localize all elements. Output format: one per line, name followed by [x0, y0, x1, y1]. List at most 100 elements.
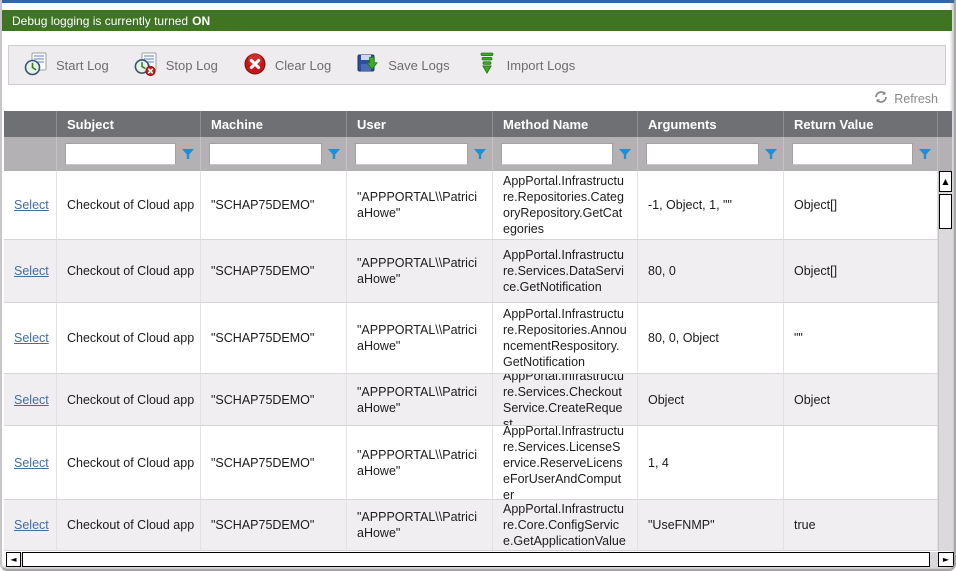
user-filter-input[interactable] — [355, 143, 468, 165]
debug-log-window: Debug logging is currently turned ON Sta… — [0, 0, 956, 571]
select-cell: Select — [4, 374, 57, 425]
method-name-cell: AppPortal.Infrastructure.Repositories.An… — [493, 303, 638, 373]
vertical-scrollbar[interactable]: ▲ — [938, 171, 952, 551]
filter-arguments-cell — [638, 137, 784, 171]
filter-scrollbar-cap — [938, 137, 952, 171]
machine-cell: "SCHAP75DEMO" — [201, 171, 347, 239]
machine-filter-funnel-icon[interactable] — [328, 149, 340, 160]
filter-select-cell — [4, 137, 57, 171]
grid-data-area: Select Checkout of Cloud app "SCHAP75DEM… — [4, 171, 952, 551]
select-link[interactable]: Select — [14, 197, 49, 213]
grid-header-row: Subject Machine User Method Name Argumen… — [4, 111, 952, 137]
return-filter-funnel-icon[interactable] — [919, 149, 931, 160]
horizontal-scrollbar[interactable]: ◄ ► — [6, 552, 954, 567]
select-link[interactable]: Select — [14, 392, 49, 408]
banner-text: Debug logging is currently turned — [12, 14, 188, 28]
start-log-button[interactable]: Start Log — [19, 47, 129, 84]
import-logs-button[interactable]: Import Logs — [470, 47, 596, 84]
machine-filter-input[interactable] — [209, 143, 322, 165]
machine-cell: "SCHAP75DEMO" — [201, 500, 347, 550]
window-top-border — [2, 0, 954, 3]
stop-log-button[interactable]: Stop Log — [129, 47, 238, 84]
banner-state: ON — [192, 14, 210, 28]
machine-cell: "SCHAP75DEMO" — [201, 426, 347, 499]
user-cell: "APPPORTAL\\PatriciaHowe" — [347, 303, 493, 373]
table-row: Select Checkout of Cloud app "SCHAP75DEM… — [4, 171, 938, 240]
select-link[interactable]: Select — [14, 330, 49, 346]
return-value-cell: Object — [784, 374, 938, 425]
machine-cell: "SCHAP75DEMO" — [201, 374, 347, 425]
arguments-cell: -1, Object, 1, "" — [638, 171, 784, 239]
refresh-button[interactable]: Refresh — [874, 90, 938, 109]
arguments-cell: "UseFNMP" — [638, 500, 784, 550]
debug-status-banner: Debug logging is currently turned ON — [2, 10, 952, 31]
clear-log-button[interactable]: Clear Log — [238, 47, 351, 84]
arguments-cell: 80, 0 — [638, 240, 784, 302]
method-name-cell: AppPortal.Infrastructure.Services.Licens… — [493, 426, 638, 499]
grid-rows: Select Checkout of Cloud app "SCHAP75DEM… — [4, 171, 938, 551]
table-row: Select Checkout of Cloud app "SCHAP75DEM… — [4, 426, 938, 500]
start-log-label: Start Log — [56, 58, 109, 73]
clear-log-icon — [242, 51, 268, 80]
filter-user-cell — [347, 137, 493, 171]
header-scrollbar-cap — [938, 111, 952, 137]
subject-cell: Checkout of Cloud app — [57, 500, 201, 550]
header-arguments: Arguments — [638, 111, 784, 137]
refresh-icon — [874, 90, 888, 109]
save-logs-label: Save Logs — [388, 58, 449, 73]
subject-cell: Checkout of Cloud app — [57, 426, 201, 499]
select-cell: Select — [4, 171, 57, 239]
user-cell: "APPPORTAL\\PatriciaHowe" — [347, 500, 493, 550]
arguments-filter-funnel-icon[interactable] — [765, 149, 777, 160]
subject-cell: Checkout of Cloud app — [57, 303, 201, 373]
header-method-name: Method Name — [493, 111, 638, 137]
return-value-cell: Object[] — [784, 240, 938, 302]
user-filter-funnel-icon[interactable] — [474, 149, 486, 160]
select-link[interactable]: Select — [14, 517, 49, 533]
header-return-value: Return Value — [784, 111, 938, 137]
return-filter-input[interactable] — [792, 143, 913, 165]
method-filter-input[interactable] — [501, 143, 613, 165]
filter-machine-cell — [201, 137, 347, 171]
save-logs-icon — [355, 51, 381, 80]
select-cell: Select — [4, 426, 57, 499]
return-value-cell: true — [784, 500, 938, 550]
method-filter-funnel-icon[interactable] — [619, 149, 631, 160]
select-cell: Select — [4, 240, 57, 302]
log-grid: Subject Machine User Method Name Argumen… — [4, 111, 952, 567]
horizontal-scroll-thumb[interactable] — [22, 552, 930, 567]
filter-return-cell — [784, 137, 938, 171]
user-cell: "APPPORTAL\\PatriciaHowe" — [347, 426, 493, 499]
table-row: Select Checkout of Cloud app "SCHAP75DEM… — [4, 240, 938, 303]
return-value-cell: "" — [784, 303, 938, 373]
subject-filter-funnel-icon[interactable] — [182, 149, 194, 160]
select-link[interactable]: Select — [14, 263, 49, 279]
method-name-cell: AppPortal.Infrastructure.Repositories.Ca… — [493, 171, 638, 239]
machine-cell: "SCHAP75DEMO" — [201, 303, 347, 373]
scroll-up-button[interactable]: ▲ — [939, 171, 952, 192]
scroll-left-button[interactable]: ◄ — [6, 552, 21, 567]
vertical-scroll-thumb[interactable] — [939, 194, 952, 229]
header-user: User — [347, 111, 493, 137]
scroll-right-button[interactable]: ► — [938, 552, 954, 567]
save-logs-button[interactable]: Save Logs — [351, 47, 469, 84]
select-cell: Select — [4, 303, 57, 373]
user-cell: "APPPORTAL\\PatriciaHowe" — [347, 374, 493, 425]
stop-log-icon — [133, 51, 159, 80]
method-name-cell: AppPortal.Infrastructure.Services.Checko… — [493, 374, 638, 425]
method-name-cell: AppPortal.Infrastructure.Services.DataSe… — [493, 240, 638, 302]
subject-cell: Checkout of Cloud app — [57, 374, 201, 425]
return-value-cell — [784, 426, 938, 499]
select-link[interactable]: Select — [14, 455, 49, 471]
subject-cell: Checkout of Cloud app — [57, 171, 201, 239]
user-cell: "APPPORTAL\\PatriciaHowe" — [347, 171, 493, 239]
table-row: Select Checkout of Cloud app "SCHAP75DEM… — [4, 500, 938, 551]
arguments-cell: Object — [638, 374, 784, 425]
subject-filter-input[interactable] — [65, 143, 176, 165]
arguments-filter-input[interactable] — [646, 143, 759, 165]
return-value-cell: Object[] — [784, 171, 938, 239]
start-log-icon — [23, 51, 49, 80]
refresh-row: Refresh — [2, 87, 954, 111]
table-row: Select Checkout of Cloud app "SCHAP75DEM… — [4, 303, 938, 374]
header-subject: Subject — [57, 111, 201, 137]
